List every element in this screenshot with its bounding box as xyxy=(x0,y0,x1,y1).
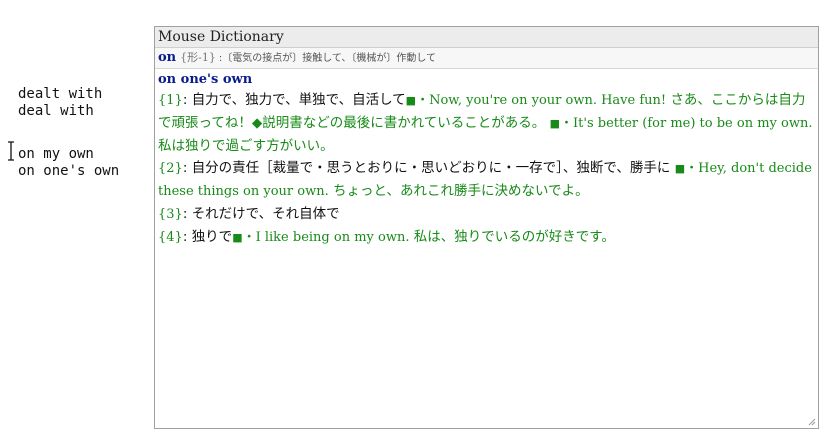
text-line-deal-with: deal with xyxy=(18,103,94,119)
example-english: ・I like being on my own. xyxy=(242,230,410,245)
sense-definition: それだけで、それ自体で xyxy=(191,206,340,222)
square-bullet-icon: ■ xyxy=(549,117,561,130)
sense-number: {1} xyxy=(158,93,183,108)
sense-definition: 自力で、独力で、単独で、自活して xyxy=(191,92,406,108)
headword-tag: {形-1} xyxy=(180,51,216,64)
popup-title: Mouse Dictionary xyxy=(155,27,818,48)
example-japanese: 私は、独りでいるのが好きです。 xyxy=(413,229,615,245)
text-line-dealt-with: dealt with xyxy=(18,86,103,102)
headword-row: on {形-1}:〔電気の接点が〕接触して、〔機械が〕作動して xyxy=(155,48,818,69)
text-line-on-my-own: on my own xyxy=(18,146,94,162)
usage-note: ◆説明書などの最後に書かれていることがある。 xyxy=(251,115,546,131)
sense-definition: 独りで xyxy=(191,229,233,245)
sense-1: {1}: 自力で、独力で、単独で、自活して■・Now, you're on yo… xyxy=(158,92,813,154)
resize-grip-icon[interactable] xyxy=(806,416,816,426)
square-bullet-icon: ■ xyxy=(405,94,417,107)
sense-number: {4} xyxy=(158,230,183,245)
sense-4: {4}: 独りで■・I like being on my own. 私は、独りで… xyxy=(158,229,615,245)
text-line-on-ones-own: on one's own xyxy=(18,163,120,179)
sense-2: {2}: 自分の責任［裁量で・思うとおりに・思いどおりに・一存で］、独断で、勝手… xyxy=(158,160,812,199)
headword: on xyxy=(158,50,177,65)
square-bullet-icon: ■ xyxy=(232,231,243,244)
sense-number: {3} xyxy=(158,207,183,222)
source-text-area[interactable]: dealt with deal with on my own on one's … xyxy=(0,0,150,439)
example-japanese: ちょっと、あれこれ勝手に決めないでよ。 xyxy=(333,183,589,199)
example-english: ・Now, you're on your own. Have fun! xyxy=(416,93,667,108)
example-japanese: 私は独りで過ごす方がいい。 xyxy=(158,138,334,154)
headword-gloss: :〔電気の接点が〕接触して、〔機械が〕作動して xyxy=(218,53,437,64)
dictionary-popup[interactable]: Mouse Dictionary on {形-1}:〔電気の接点が〕接触して、〔機… xyxy=(154,26,819,429)
example-english: ・It's better (for me) to be on my own. xyxy=(560,116,813,131)
sense-number: {2} xyxy=(158,161,183,176)
sense-definition: 自分の責任［裁量で・思うとおりに・思いどおりに・一存で］、独断で、勝手に xyxy=(191,160,671,176)
text-cursor-icon xyxy=(8,141,14,161)
sense-3: {3}: それだけで、それ自体で xyxy=(158,206,340,222)
square-bullet-icon: ■ xyxy=(674,162,686,175)
entry: on one's own {1}: 自力で、独力で、単独で、自活して■・Now,… xyxy=(155,69,818,249)
entry-headword: on one's own xyxy=(158,72,253,87)
